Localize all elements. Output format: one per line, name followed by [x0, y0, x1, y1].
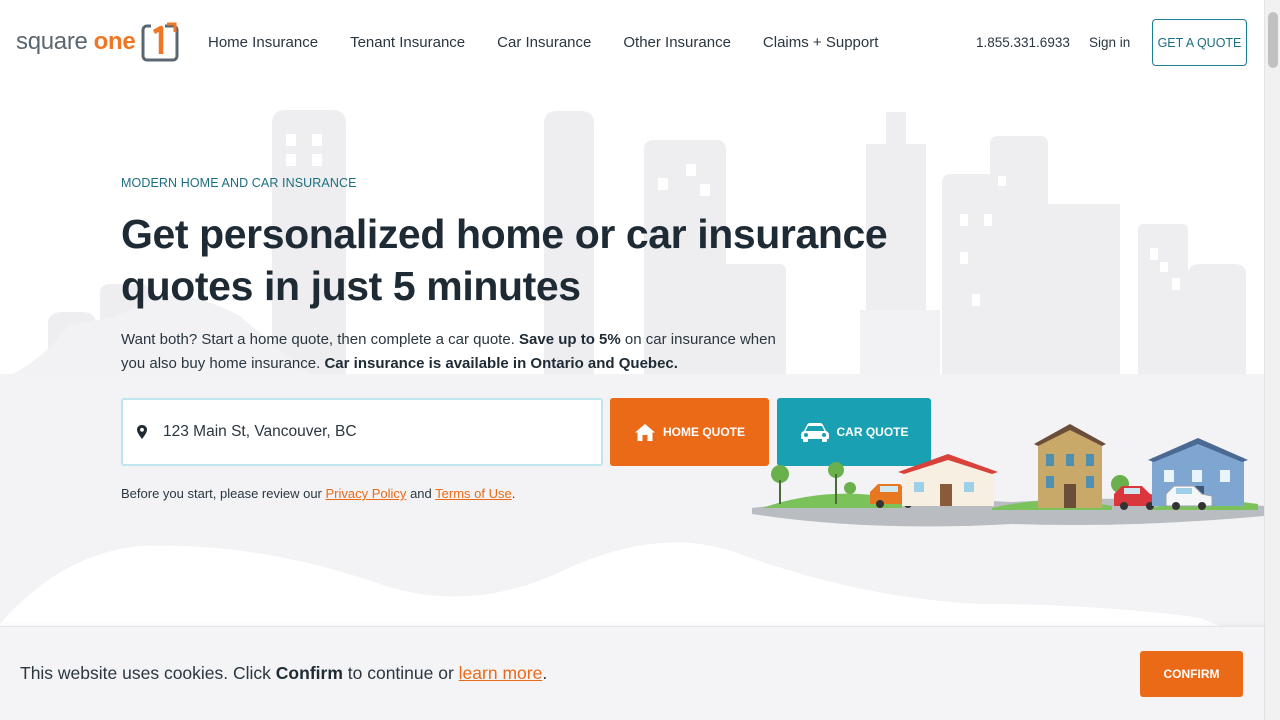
neighbourhood-illustration — [752, 424, 1264, 527]
subtext-part-1: Want both? Start a home quote, then comp… — [121, 331, 515, 348]
get-a-quote-button[interactable]: GET A QUOTE — [1152, 19, 1247, 66]
privacy-policy-link[interactable]: Privacy Policy — [326, 486, 407, 501]
nav-other-insurance[interactable]: Other Insurance — [607, 34, 747, 51]
legal-notice: Before you start, please review our Priv… — [121, 486, 515, 501]
nav-home-insurance[interactable]: Home Insurance — [192, 34, 334, 51]
cookie-text-confirm: Confirm — [275, 663, 343, 683]
page-headline: Get personalized home or car insurance q… — [121, 211, 888, 309]
logo-text-one: one — [93, 28, 136, 55]
subtext-availability: Car insurance is available in Ontario an… — [324, 355, 678, 372]
confirm-cookies-button[interactable]: CONFIRM — [1140, 651, 1243, 697]
location-pin-icon — [137, 425, 147, 439]
page-scrollbar[interactable] — [1264, 0, 1280, 720]
hero-subtext: Want both? Start a home quote, then comp… — [121, 328, 781, 376]
cookie-banner: This website uses cookies. Click Confirm… — [0, 626, 1264, 720]
cookie-text-part-1: This website uses cookies. Click — [20, 663, 271, 683]
legal-suffix: . — [511, 486, 516, 501]
cookie-text-end: . — [542, 663, 548, 683]
cookie-text-part-2: to continue or — [347, 663, 454, 683]
house-icon — [634, 423, 655, 441]
sign-in-link[interactable]: Sign in — [1089, 35, 1130, 50]
address-field[interactable] — [121, 398, 603, 466]
home-quote-button[interactable]: HOME QUOTE — [610, 398, 769, 466]
terms-of-use-link[interactable]: Terms of Use — [435, 486, 512, 501]
eyebrow-text: MODERN HOME AND CAR INSURANCE — [121, 176, 357, 190]
site-header: square one Home Insurance Tenant Insuran… — [0, 0, 1264, 84]
scrollbar-thumb[interactable] — [1268, 12, 1278, 68]
nav-car-insurance[interactable]: Car Insurance — [481, 34, 607, 51]
subtext-savings: Save up to 5% — [519, 331, 621, 348]
home-quote-label: HOME QUOTE — [662, 425, 745, 439]
learn-more-link[interactable]: learn more — [459, 663, 543, 683]
logo-text-square: square — [16, 28, 88, 55]
cookie-message: This website uses cookies. Click Confirm… — [20, 663, 547, 684]
legal-prefix: Before you start, please review our — [121, 486, 322, 501]
logo-mark-icon — [141, 22, 179, 62]
phone-number[interactable]: 1.855.331.6933 — [976, 35, 1070, 50]
nav-tenant-insurance[interactable]: Tenant Insurance — [334, 34, 481, 51]
nav-claims-support[interactable]: Claims + Support — [747, 34, 894, 51]
main-nav: Home Insurance Tenant Insurance Car Insu… — [192, 34, 894, 51]
square-one-logo[interactable]: square one — [16, 22, 179, 62]
address-input[interactable] — [163, 423, 583, 441]
hero-section: MODERN HOME AND CAR INSURANCE Get person… — [0, 84, 1264, 720]
legal-and: and — [410, 486, 432, 501]
